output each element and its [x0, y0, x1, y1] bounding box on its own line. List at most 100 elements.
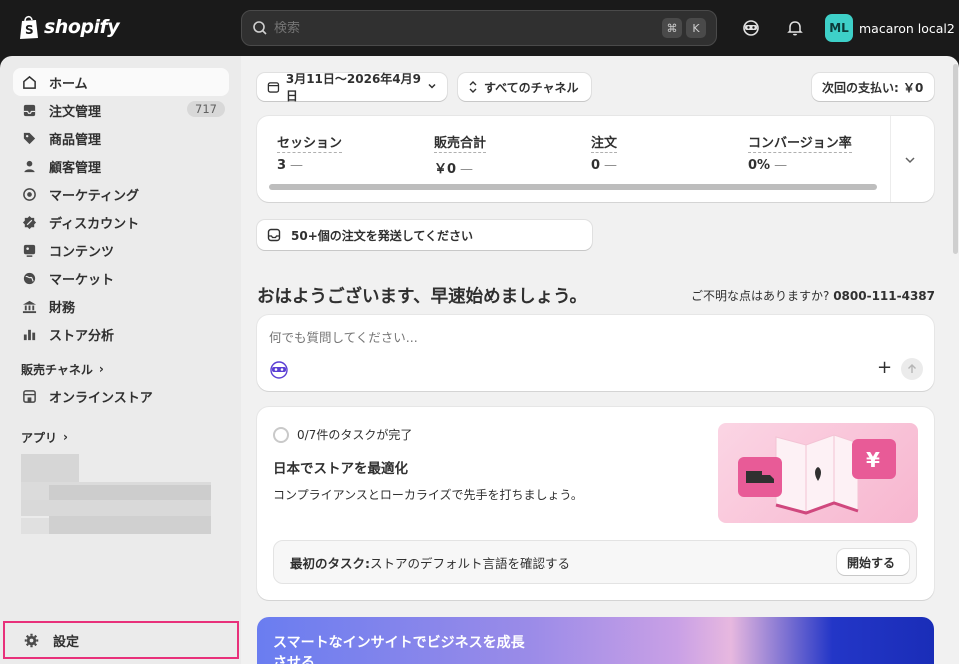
date-range-button[interactable]: 3月11日〜2026年4月9日: [257, 72, 447, 103]
horizontal-scrollbar[interactable]: [269, 184, 877, 190]
chevron-down-icon[interactable]: [904, 154, 916, 170]
japan-map-illustration: ¥: [718, 423, 918, 523]
chevron-right-icon: ›: [98, 362, 104, 376]
sidebar-item-label: 顧客管理: [49, 160, 102, 176]
apps-heading[interactable]: アプリ ›: [13, 424, 229, 450]
sidebar-item-customers[interactable]: 顧客管理: [13, 152, 229, 180]
start-task-button[interactable]: 開始する: [837, 549, 909, 575]
kbd-cmd: ⌘: [662, 18, 682, 38]
first-task-label: 最初のタスク:: [290, 555, 370, 571]
sidebar-item-label: コンテンツ: [49, 244, 115, 260]
sidebar-item-label: マーケット: [49, 272, 115, 288]
storefront-icon: [21, 388, 37, 404]
gear-icon: [23, 632, 39, 648]
account-menu[interactable]: ML macaron local2: [825, 14, 955, 42]
sidebar-item-label: 財務: [49, 300, 76, 316]
setup-guide-card[interactable]: 0/7件のタスクが完了 日本でストアを最適化 コンプライアンスとローカライズで先…: [257, 407, 934, 600]
first-task-row[interactable]: 最初のタスク: ストアのデフォルト言語を確認する: [273, 540, 917, 584]
sidebar-item-label: 注文管理: [49, 104, 102, 120]
redacted-apps: [21, 500, 211, 516]
sidebar-item-products[interactable]: 商品管理: [13, 124, 229, 152]
sidebar-nav: ホーム 注文管理 717 商品管理 顧客管理 マーケティング ディスカウント コ…: [13, 68, 229, 450]
sidebar-item-settings[interactable]: 設定: [3, 621, 239, 659]
sidebar-item-label: ディスカウント: [49, 216, 140, 232]
redacted-apps: [21, 518, 49, 534]
chevron-down-icon: [427, 80, 437, 94]
search-input[interactable]: [274, 20, 658, 36]
svg-text:¥: ¥: [866, 448, 880, 472]
metric-label: コンバージョン率: [748, 132, 852, 153]
task-description: コンプライアンスとローカライズで先手を打ちましょう。: [273, 488, 583, 502]
banner-text: スマートなインサイトでビジネスを成長させる: [273, 635, 525, 664]
main-content: 3月11日〜2026年4月9日 すべてのチャネル 次回の支払い: ￥0 セッショ…: [241, 56, 959, 664]
inbox-icon: [267, 228, 281, 242]
sidebar: ホーム 注文管理 717 商品管理 顧客管理 マーケティング ディスカウント コ…: [0, 56, 241, 664]
insights-banner[interactable]: スマートなインサイトでビジネスを成長させる: [257, 617, 934, 664]
sidebar-item-label: マーケティング: [49, 188, 139, 204]
bell-icon[interactable]: [785, 18, 805, 38]
metric-label: 販売合計: [434, 132, 487, 153]
sidebar-item-marketing[interactable]: マーケティング: [13, 180, 229, 208]
sidekick-icon[interactable]: [741, 18, 761, 38]
next-payment-label: 次回の支払い: ￥0: [822, 80, 924, 95]
arrow-up-icon: [908, 364, 916, 373]
metric-label: 注文: [591, 132, 618, 153]
metric-conversion[interactable]: コンバージョン率 0% —: [748, 132, 852, 173]
ask-input[interactable]: [269, 327, 869, 347]
sidebar-item-online-store[interactable]: オンラインストア: [13, 382, 229, 410]
sidebar-item-content[interactable]: コンテンツ: [13, 236, 229, 264]
sidebar-item-analytics[interactable]: ストア分析: [13, 320, 229, 348]
sales-channels-label: 販売チャネル: [21, 362, 93, 377]
metrics-card[interactable]: セッション 3— 販売合計 ￥0— 注文 0— コンバージョン率 0% —: [257, 116, 934, 202]
help-contact: ご不明な点はありますか? 0800-111-4387: [690, 289, 935, 303]
logo-text: shopify: [44, 16, 120, 38]
divider: [890, 116, 891, 202]
channels-button[interactable]: すべてのチャネル: [458, 73, 591, 101]
page-title: おはようございます、早速始めましょう。: [257, 287, 588, 307]
apps-label: アプリ: [21, 430, 58, 445]
shopify-logo[interactable]: S shopify: [18, 14, 120, 40]
globe-icon: [21, 270, 37, 286]
redacted-apps: [49, 516, 211, 534]
redacted-apps: [21, 454, 79, 482]
orders-to-ship-button[interactable]: 50+個の注文を発送してください: [257, 220, 592, 250]
orders-to-ship-label: 50+個の注文を発送してください: [291, 228, 474, 243]
sidebar-item-finance[interactable]: 財務: [13, 292, 229, 320]
chart-icon: [21, 326, 37, 342]
orders-count-badge: 717: [187, 101, 225, 117]
account-name: macaron local2: [859, 20, 955, 36]
help-phone[interactable]: 0800-111-4387: [833, 289, 935, 303]
sidekick-icon[interactable]: [269, 361, 289, 379]
inbox-icon: [21, 102, 37, 118]
metric-orders[interactable]: 注文 0—: [591, 132, 618, 173]
metric-sales[interactable]: 販売合計 ￥0—: [434, 132, 487, 177]
next-payment-button[interactable]: 次回の支払い: ￥0: [812, 73, 934, 101]
sales-channels-heading[interactable]: 販売チャネル ›: [13, 356, 229, 382]
metric-value: 3—: [277, 158, 304, 173]
sort-icon: [469, 81, 477, 93]
sidebar-item-markets[interactable]: マーケット: [13, 264, 229, 292]
discount-icon: [21, 214, 37, 230]
metric-sessions[interactable]: セッション 3—: [277, 132, 343, 173]
calendar-icon: [267, 82, 280, 93]
search-bar[interactable]: ⌘ K: [241, 10, 717, 46]
content-icon: [21, 242, 37, 258]
sidebar-item-label: 商品管理: [49, 132, 102, 148]
avatar: ML: [825, 14, 853, 42]
sidebar-item-label: ホーム: [49, 76, 88, 92]
task-progress: 0/7件のタスクが完了: [273, 426, 412, 443]
plus-icon[interactable]: +: [877, 357, 892, 378]
shopify-bag-icon: S: [20, 15, 38, 39]
date-range-label: 3月11日〜2026年4月9日: [285, 72, 422, 103]
send-button[interactable]: [901, 358, 923, 380]
target-icon: [21, 186, 37, 202]
sidebar-item-home[interactable]: ホーム: [13, 68, 229, 96]
task-title: 日本でストアを最適化: [273, 461, 408, 477]
sidekick-prompt-card[interactable]: +: [257, 315, 934, 391]
sidebar-item-label: オンラインストア: [49, 390, 153, 406]
vertical-scrollbar[interactable]: [953, 64, 958, 254]
chevron-right-icon: ›: [63, 430, 68, 444]
first-task-text: ストアのデフォルト言語を確認する: [370, 555, 571, 571]
sidebar-item-orders[interactable]: 注文管理 717: [13, 96, 229, 124]
sidebar-item-discounts[interactable]: ディスカウント: [13, 208, 229, 236]
